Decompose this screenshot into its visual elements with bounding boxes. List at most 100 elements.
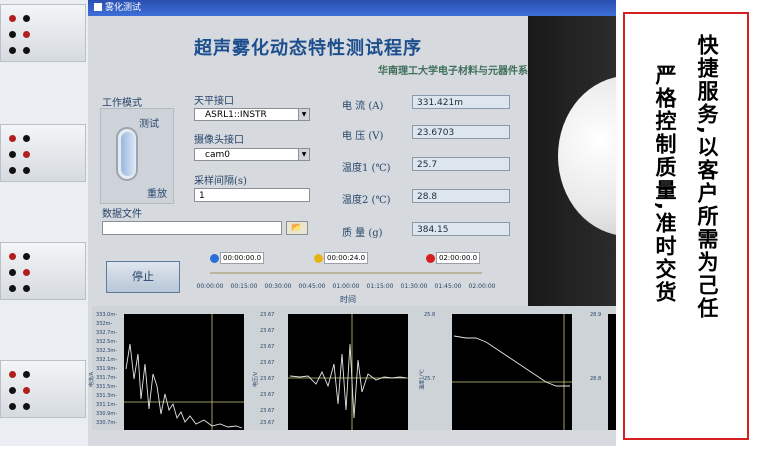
marker-blue-icon bbox=[210, 253, 219, 263]
voltage-plot bbox=[288, 314, 408, 430]
sphere-image bbox=[558, 76, 616, 236]
current-plot bbox=[124, 314, 244, 430]
dropdown-arrow-icon[interactable]: ▼ bbox=[298, 149, 309, 160]
y-tick: 331.5m- bbox=[96, 384, 117, 390]
camera-port-label: 摄像头接口 bbox=[194, 135, 244, 146]
multimeter-image bbox=[0, 242, 86, 300]
stop-button[interactable]: 停止 bbox=[106, 261, 180, 293]
balance-port-label: 天平接口 bbox=[194, 96, 234, 107]
temp2-label: 温度2 (℃) bbox=[342, 195, 391, 206]
balance-port-select[interactable]: ASRL1::INSTR ▼ bbox=[194, 108, 310, 121]
temp1-label: 温度1 (℃) bbox=[342, 163, 391, 174]
temp1-chart: 25.8 25.7 温度1/℃ bbox=[420, 306, 588, 430]
y-tick: 332.5m- bbox=[96, 339, 117, 345]
atomizer-photo bbox=[528, 16, 616, 306]
y-tick: 332.3m- bbox=[96, 348, 117, 354]
end-marker[interactable]: 02:00:00.0 bbox=[426, 252, 481, 264]
temp1-readout: 25.7 bbox=[412, 157, 510, 171]
y-tick: 28.8 bbox=[590, 376, 602, 382]
current-marker[interactable]: 00:00:24.0 bbox=[314, 252, 369, 264]
multimeter-image bbox=[0, 360, 86, 418]
y-tick: 28.9 bbox=[590, 312, 602, 318]
labview-window: 雾化测试 超声雾化动态特性测试程序 华南理工大学电子材料与元器件系 工作模式 测… bbox=[88, 0, 616, 446]
toggle-knob bbox=[121, 132, 135, 176]
start-time-value: 00:00:00.0 bbox=[220, 252, 265, 264]
time-tick: 00:00:00 bbox=[196, 283, 224, 290]
y-tick: 332.7m- bbox=[96, 330, 117, 336]
window-titlebar[interactable]: 雾化测试 bbox=[88, 0, 616, 16]
app-icon bbox=[94, 3, 102, 11]
mode-replay-label: 重放 bbox=[147, 189, 167, 200]
marker-red-icon bbox=[426, 253, 435, 263]
time-tick: 00:30:00 bbox=[264, 283, 292, 290]
y-tick: 23.67 bbox=[260, 408, 275, 414]
y-tick: 23.67 bbox=[260, 344, 275, 350]
time-tick: 01:30:00 bbox=[400, 283, 428, 290]
y-axis-label: 电压/V bbox=[253, 371, 260, 388]
temp1-plot bbox=[452, 314, 572, 430]
sample-interval-input[interactable]: 1 bbox=[194, 188, 310, 202]
mode-label: 工作模式 bbox=[102, 98, 142, 109]
start-marker[interactable]: 00:00:00.0 bbox=[210, 252, 265, 264]
multimeter-image bbox=[0, 4, 86, 62]
y-tick: 25.8 bbox=[424, 312, 436, 318]
temp2-chart: 28.9 28.8 bbox=[588, 306, 616, 430]
camera-port-value: cam0 bbox=[205, 150, 230, 160]
slogan-line-2: 严格控制质量,准时交货 bbox=[653, 64, 677, 304]
mode-toggle-panel: 测试 重放 bbox=[100, 108, 174, 204]
current-chart: 333.0m- 332m- 332.7m- 332.5m- 332.3m- 33… bbox=[89, 306, 260, 430]
y-tick: 331.9m- bbox=[96, 366, 117, 372]
voltage-chart: 23.67 23.67 23.67 23.67 23.67 23.67 23.6… bbox=[253, 306, 424, 430]
data-file-label: 数据文件 bbox=[102, 209, 142, 220]
department-subtitle: 华南理工大学电子材料与元器件系 bbox=[378, 66, 528, 77]
y-tick: 331.1m- bbox=[96, 402, 117, 408]
current-label: 电 流 (A) bbox=[342, 101, 384, 112]
balance-port-value: ASRL1::INSTR bbox=[205, 110, 267, 120]
header-panel: 超声雾化动态特性测试程序 华南理工大学电子材料与元器件系 bbox=[88, 16, 528, 86]
y-tick: 23.67 bbox=[260, 376, 275, 382]
mode-toggle-switch[interactable] bbox=[116, 127, 138, 181]
time-tick: 01:45:00 bbox=[434, 283, 462, 290]
y-tick: 331.7m- bbox=[96, 375, 117, 381]
y-tick: 330.7m- bbox=[96, 420, 117, 426]
voltage-readout: 23.6703 bbox=[412, 125, 510, 139]
slogan-line-1: 快捷服务,以客户所需为己任 bbox=[695, 34, 719, 320]
time-tick: 01:15:00 bbox=[366, 283, 394, 290]
multimeter-image bbox=[0, 124, 86, 182]
slogan-banner: 快捷服务,以客户所需为己任 严格控制质量,准时交货 bbox=[623, 12, 749, 440]
temp2-plot bbox=[608, 314, 616, 430]
time-slider[interactable]: 00:00:00.0 00:00:24.0 02:00:00.0 00:00:0… bbox=[192, 252, 514, 304]
temp2-readout: 28.8 bbox=[412, 189, 510, 203]
y-axis-label: 电流/A bbox=[89, 371, 96, 388]
y-tick: 332m- bbox=[96, 321, 113, 327]
mode-test-label: 测试 bbox=[139, 119, 159, 130]
y-tick: 23.67 bbox=[260, 420, 275, 426]
y-tick: 23.67 bbox=[260, 392, 275, 398]
end-time-value: 02:00:00.0 bbox=[436, 252, 481, 264]
mass-readout: 384.15 bbox=[412, 222, 510, 236]
y-tick: 333.0m- bbox=[96, 312, 117, 318]
y-tick: 331.3m- bbox=[96, 393, 117, 399]
dropdown-arrow-icon[interactable]: ▼ bbox=[298, 109, 309, 120]
time-tick: 02:00:00 bbox=[468, 283, 496, 290]
current-readout: 331.421m bbox=[412, 95, 510, 109]
y-tick: 23.67 bbox=[260, 360, 275, 366]
voltage-label: 电 压 (V) bbox=[342, 131, 384, 142]
page-title: 超声雾化动态特性测试程序 bbox=[194, 38, 422, 59]
time-tick: 00:15:00 bbox=[230, 283, 258, 290]
browse-folder-icon[interactable]: 📂 bbox=[286, 221, 308, 235]
instrument-photo-strip bbox=[0, 0, 88, 446]
mass-label: 质 量 (g) bbox=[342, 228, 383, 239]
sample-interval-label: 采样间隔(s) bbox=[194, 176, 247, 187]
y-axis-label: 温度1/℃ bbox=[419, 369, 426, 390]
y-tick: 330.9m- bbox=[96, 411, 117, 417]
marker-yellow-icon bbox=[314, 253, 323, 263]
time-axis-track[interactable] bbox=[210, 272, 482, 274]
y-tick: 23.67 bbox=[260, 328, 275, 334]
data-file-path-input[interactable] bbox=[102, 221, 282, 235]
time-tick: 00:45:00 bbox=[298, 283, 326, 290]
camera-port-select[interactable]: cam0 ▼ bbox=[194, 148, 310, 161]
y-tick: 23.67 bbox=[260, 312, 275, 318]
window-title: 雾化测试 bbox=[105, 3, 142, 13]
y-tick: 332.1m- bbox=[96, 357, 117, 363]
